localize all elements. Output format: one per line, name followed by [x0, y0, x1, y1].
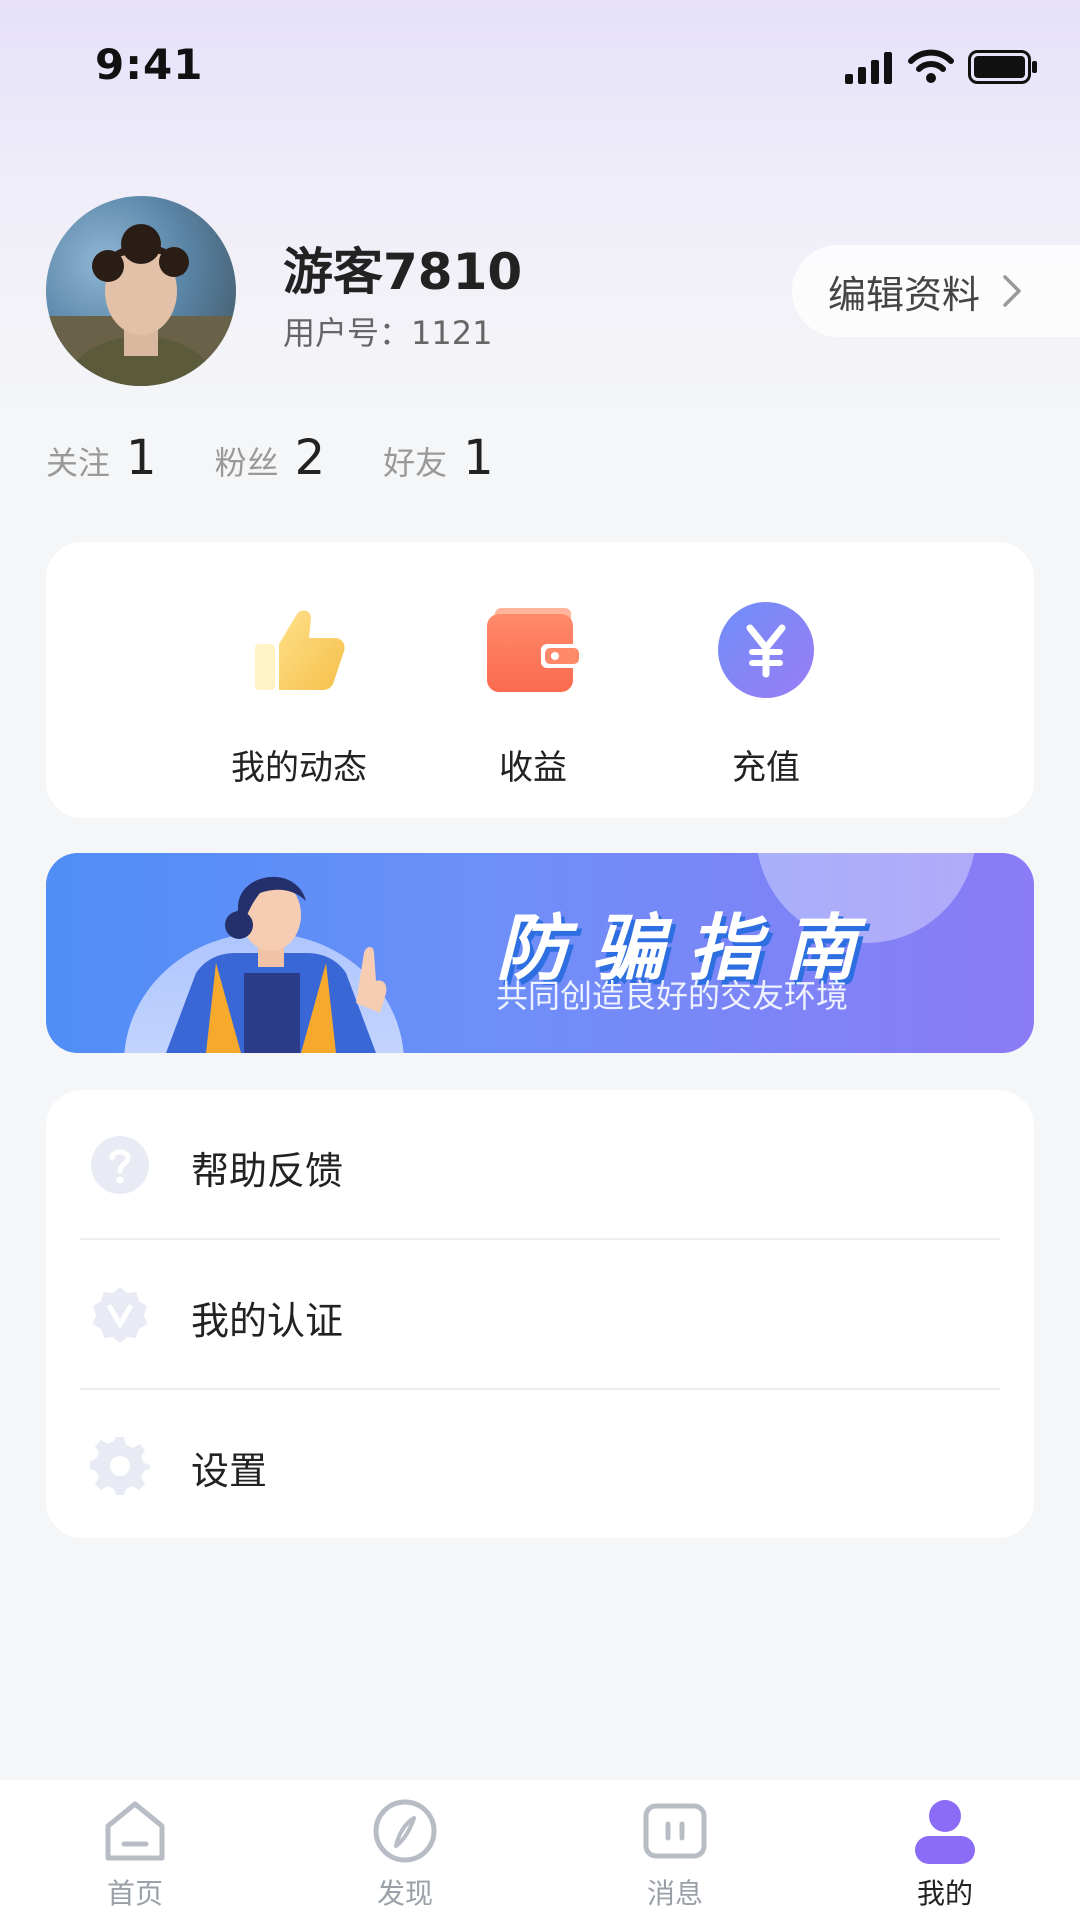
tab-home[interactable]: 首页	[75, 1796, 195, 1912]
help-icon	[91, 1136, 149, 1194]
stats-row: 关注 1 粉丝 2 好友 1	[46, 430, 552, 500]
menu-label: 帮助反馈	[191, 1149, 344, 1193]
bottom-tab-bar: 首页 发现 消息 我的	[0, 1780, 1080, 1920]
stat-friends[interactable]: 好友 1	[383, 430, 494, 486]
user-id: 用户号：1121	[283, 314, 493, 352]
battery-icon	[968, 50, 1037, 84]
edit-profile-button[interactable]: 编辑资料	[792, 245, 1080, 337]
menu-item-help-feedback[interactable]: 帮助反馈	[46, 1090, 1034, 1240]
quick-action-my-posts[interactable]: 我的动态	[209, 600, 389, 789]
quick-action-recharge[interactable]: 充值	[676, 600, 856, 789]
stat-value: 1	[126, 430, 157, 486]
menu-label: 我的认证	[191, 1299, 344, 1343]
tab-me[interactable]: 我的	[885, 1796, 1005, 1912]
tab-label: 我的	[916, 1877, 973, 1910]
stat-value: 2	[294, 430, 326, 486]
quick-action-label: 我的动态	[231, 748, 367, 788]
anti-fraud-banner[interactable]: 防骗指南 共同创造良好的交友环境	[46, 853, 1034, 1053]
wallet-icon	[487, 608, 581, 692]
stat-label: 好友	[383, 444, 448, 482]
tab-messages[interactable]: 消息	[615, 1796, 735, 1912]
avatar-photo	[46, 224, 236, 386]
compass-icon	[373, 1799, 437, 1863]
profile-page: 9:41 游客7810 用户号：1121 编辑资料 关注 1 粉丝 2 好友 1…	[0, 0, 1080, 1920]
status-time: 9:41	[95, 40, 204, 89]
menu-item-verification[interactable]: 我的认证	[46, 1240, 1034, 1390]
avatar[interactable]	[46, 196, 236, 386]
yen-icon	[718, 602, 814, 698]
edit-profile-label: 编辑资料	[828, 272, 981, 317]
verified-badge-icon	[93, 1287, 147, 1343]
quick-action-label: 收益	[499, 748, 567, 788]
menu-card: 帮助反馈 我的认证 设置	[46, 1090, 1034, 1538]
stat-following[interactable]: 关注 1	[46, 430, 157, 486]
gear-icon	[90, 1437, 150, 1495]
quick-action-earnings[interactable]: 收益	[443, 600, 623, 789]
stat-value: 1	[463, 430, 494, 486]
username: 游客7810	[283, 243, 523, 301]
stat-label: 关注	[46, 444, 111, 482]
tab-label: 消息	[646, 1877, 703, 1910]
home-icon	[105, 1801, 165, 1861]
cellular-signal-icon	[845, 52, 892, 84]
menu-item-settings[interactable]: 设置	[46, 1390, 1034, 1540]
status-bar: 9:41	[0, 0, 1080, 130]
user-icon	[915, 1800, 975, 1864]
stat-label: 粉丝	[214, 444, 279, 482]
tab-discover[interactable]: 发现	[345, 1796, 465, 1912]
thumbs-up-icon	[255, 610, 345, 690]
tab-label: 首页	[106, 1877, 163, 1910]
wifi-icon	[908, 49, 954, 83]
quick-actions-card: 我的动态 收益 充值	[46, 542, 1034, 818]
banner-subtitle: 共同创造良好的交友环境	[496, 977, 849, 1015]
stat-fans[interactable]: 粉丝 2	[215, 430, 326, 486]
chevron-right-icon	[1003, 275, 1021, 307]
menu-label: 设置	[191, 1449, 268, 1493]
tab-label: 发现	[376, 1877, 433, 1910]
quick-action-label: 充值	[732, 748, 800, 788]
message-icon	[643, 1803, 707, 1859]
